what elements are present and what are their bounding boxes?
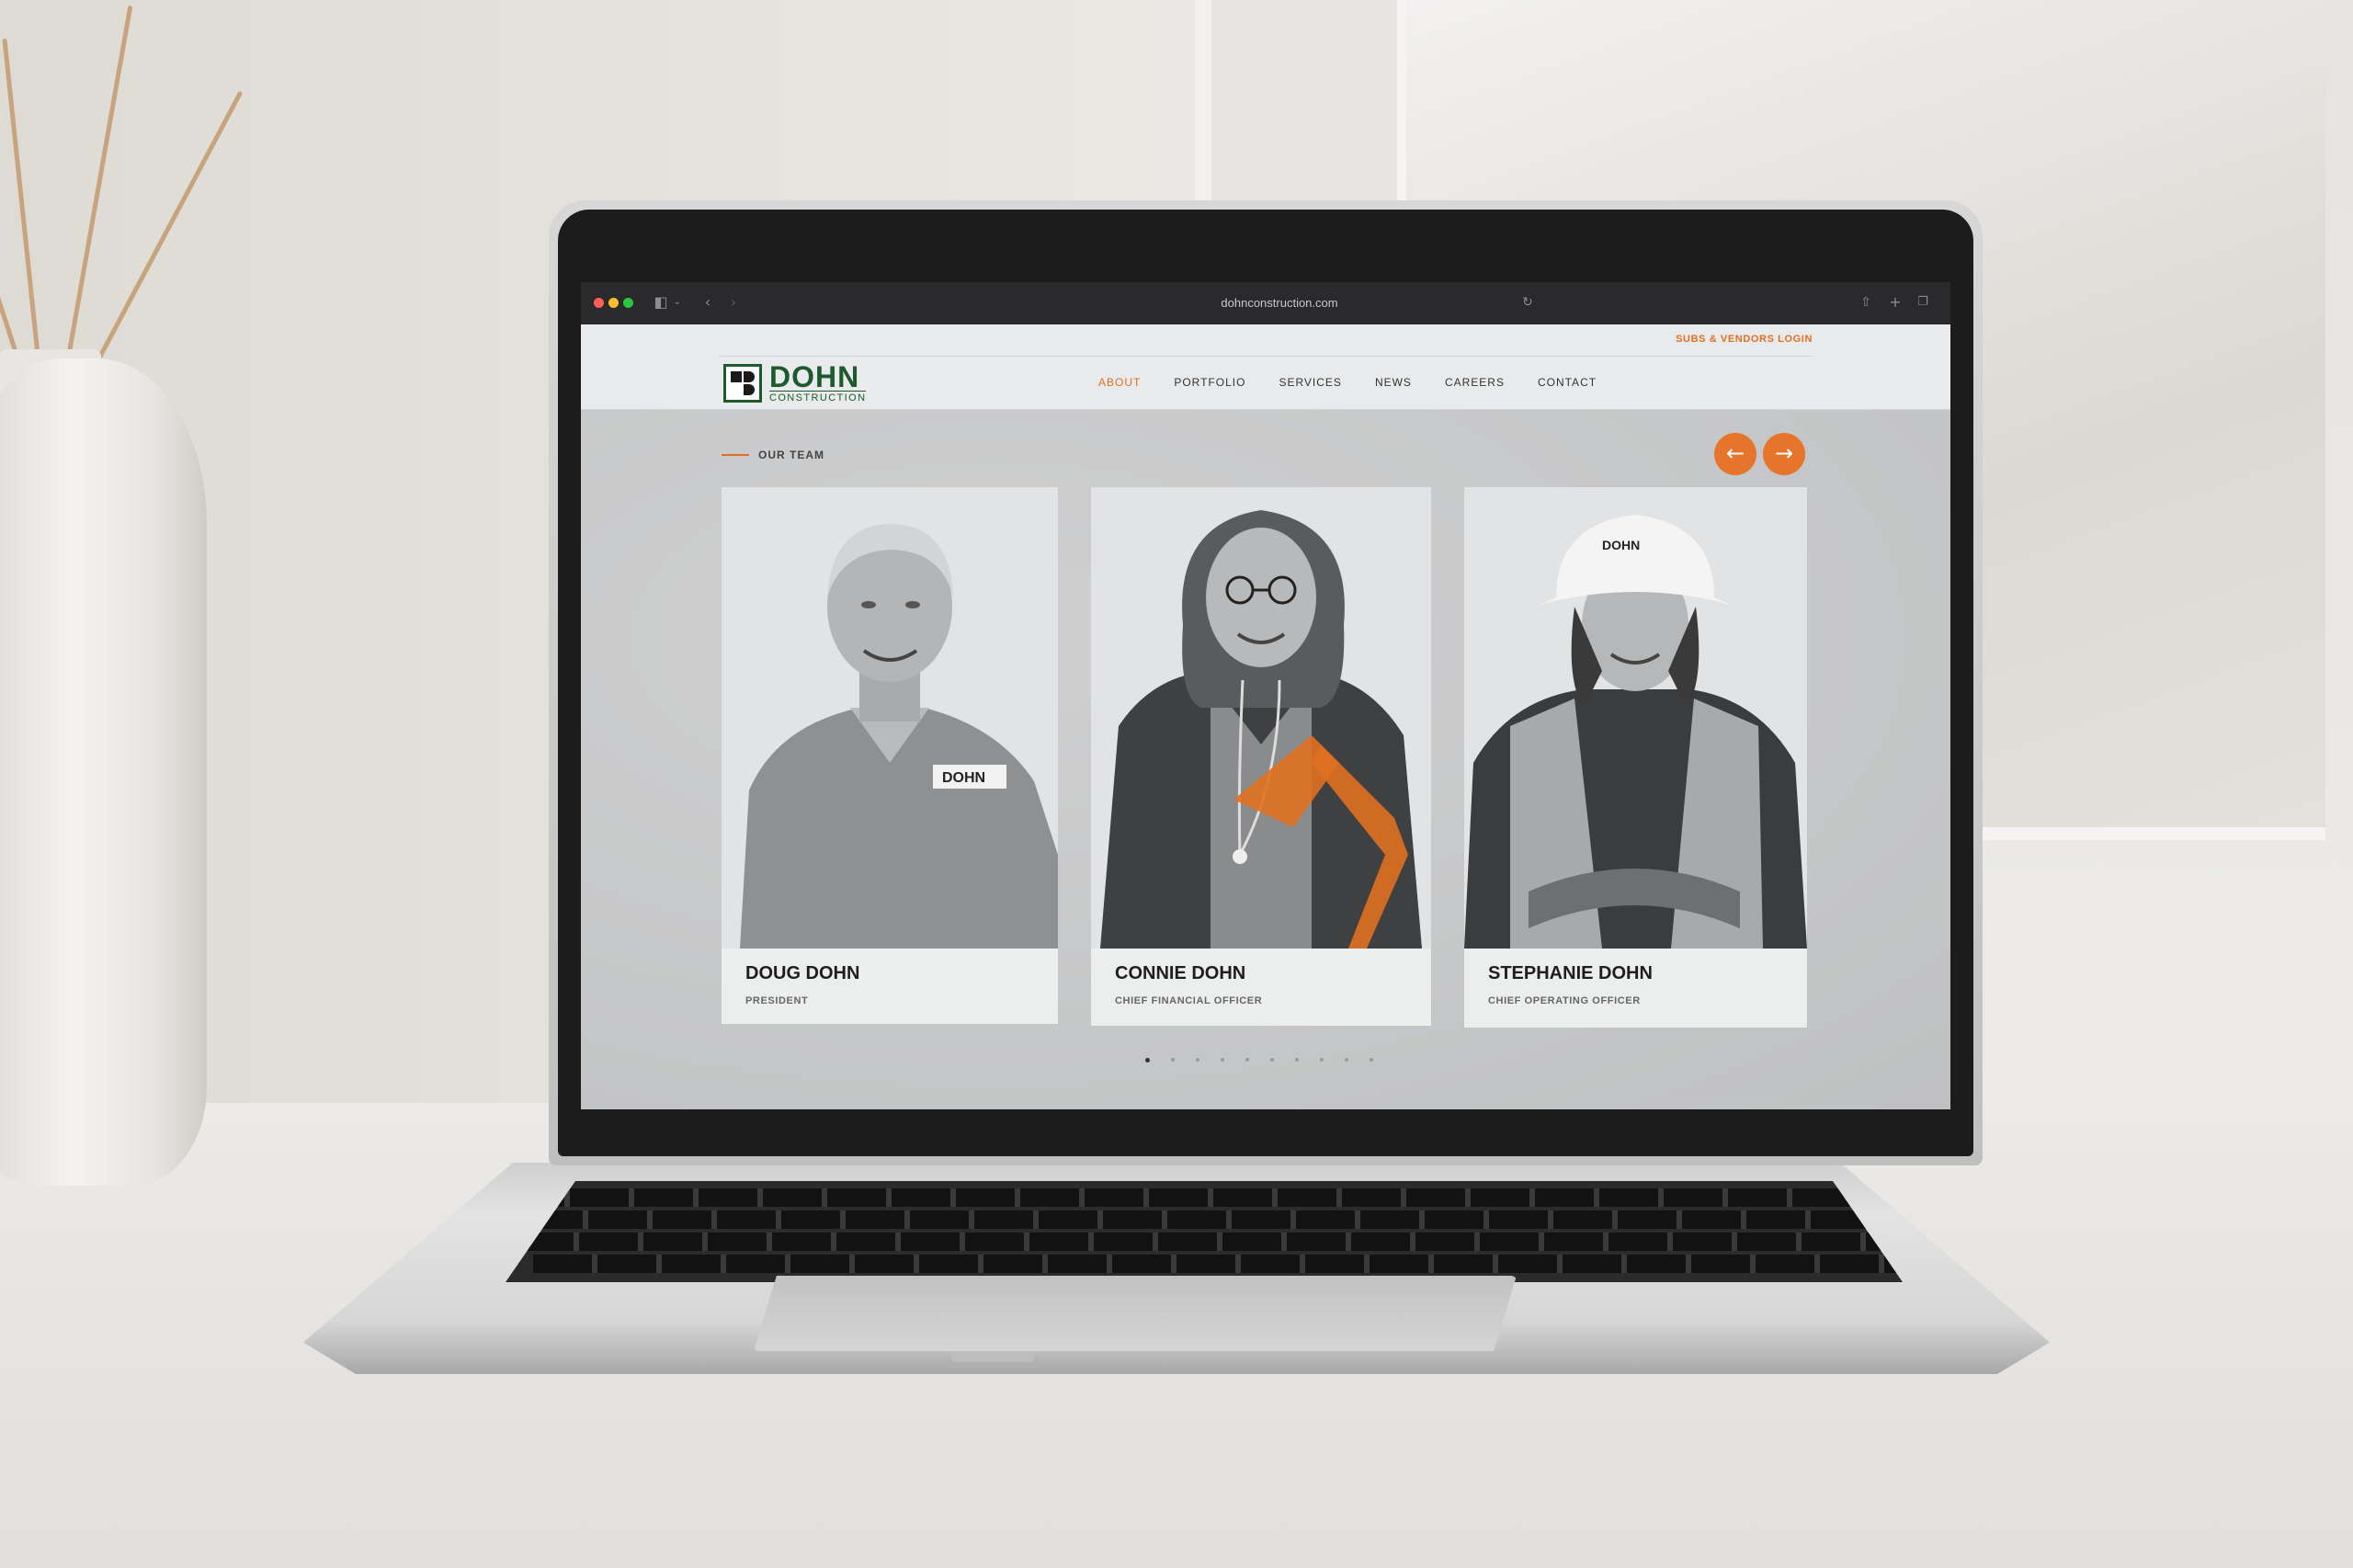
carousel-dot[interactable] xyxy=(1171,1058,1175,1062)
team-member-name: CONNIE DOHN xyxy=(1115,963,1246,983)
minimize-window-button[interactable] xyxy=(608,298,619,308)
carousel-dot[interactable] xyxy=(1245,1058,1249,1062)
section-accent-line xyxy=(722,454,749,456)
white-vase xyxy=(0,358,207,1186)
carousel-pagination xyxy=(1145,1058,1394,1067)
team-member-name: DOUG DOHN xyxy=(745,963,860,983)
laptop-keyboard xyxy=(506,1181,1903,1282)
dohn-logo[interactable]: DOHN CONSTRUCTION xyxy=(723,360,867,405)
carousel-dot[interactable] xyxy=(1145,1058,1150,1062)
carousel-dot[interactable] xyxy=(1370,1058,1373,1062)
zoom-window-button[interactable] xyxy=(623,298,633,308)
laptop-trackpad xyxy=(754,1276,1517,1351)
nav-item-news[interactable]: NEWS xyxy=(1375,373,1412,392)
carousel-dot[interactable] xyxy=(1221,1058,1224,1062)
browser-window: ◧ ⌄ ‹ › ▤ dohnconstruction.com ↻ ⇧ + ❐ S… xyxy=(581,282,1950,1109)
tabs-overview-icon[interactable]: ❐ xyxy=(1914,292,1932,312)
section-title: OUR TEAM xyxy=(758,449,824,461)
team-card[interactable]: CONNIE DOHN CHIEF FINANCIAL OFFICER xyxy=(1091,487,1431,1026)
carousel-dot[interactable] xyxy=(1270,1058,1274,1062)
sidebar-icon[interactable]: ◧ xyxy=(651,292,671,312)
plus-icon[interactable]: + xyxy=(1886,292,1904,312)
logo-mark-icon xyxy=(723,364,762,403)
carousel-next-button[interactable]: → xyxy=(1763,433,1805,475)
nav-item-contact[interactable]: CONTACT xyxy=(1538,373,1597,392)
arrow-left-icon: ← xyxy=(1725,440,1745,466)
team-card[interactable]: DOHN DOUG DOHN PRESIDENT xyxy=(722,487,1058,1024)
carousel-prev-button[interactable]: ← xyxy=(1714,433,1756,475)
carousel-dot[interactable] xyxy=(1345,1058,1348,1062)
carousel-dot[interactable] xyxy=(1295,1058,1299,1062)
address-bar[interactable]: dohnconstruction.com xyxy=(967,290,1592,317)
chevron-left-icon[interactable]: ‹ xyxy=(699,292,717,312)
team-member-title: PRESIDENT xyxy=(745,995,809,1006)
team-member-photo: DOHN xyxy=(1464,487,1807,949)
nav-item-services[interactable]: SERVICES xyxy=(1279,373,1341,392)
reload-icon[interactable]: ↻ xyxy=(1518,292,1537,312)
team-member-photo xyxy=(1091,487,1431,949)
main-nav: ABOUT PORTFOLIO SERVICES NEWS CAREERS CO… xyxy=(1098,373,1630,392)
laptop-notch xyxy=(951,1351,1034,1362)
section-label: OUR TEAM xyxy=(722,446,824,464)
svg-text:DOHN: DOHN xyxy=(942,770,985,786)
team-member-title: CHIEF FINANCIAL OFFICER xyxy=(1115,995,1263,1006)
team-card[interactable]: DOHN STEPHANIE DOHN CHIEF OPERATING OFFI… xyxy=(1464,487,1807,1028)
team-member-title: CHIEF OPERATING OFFICER xyxy=(1488,995,1641,1006)
arrow-right-icon: → xyxy=(1774,440,1794,466)
chevron-down-icon[interactable]: ⌄ xyxy=(671,292,684,312)
browser-toolbar: ◧ ⌄ ‹ › ▤ dohnconstruction.com ↻ ⇧ + ❐ xyxy=(581,282,1950,324)
header-divider xyxy=(719,356,1813,357)
logo-subtitle: CONSTRUCTION xyxy=(769,391,867,403)
nav-item-portfolio[interactable]: PORTFOLIO xyxy=(1174,373,1245,392)
website-content: SUBS & VENDORS LOGIN DOHN CONSTRUCTION A… xyxy=(581,324,1950,1109)
carousel-dot[interactable] xyxy=(1320,1058,1324,1062)
site-header: SUBS & VENDORS LOGIN DOHN CONSTRUCTION A… xyxy=(581,324,1950,410)
chevron-right-icon[interactable]: › xyxy=(724,292,743,312)
subs-vendors-login-link[interactable]: SUBS & VENDORS LOGIN xyxy=(1661,330,1813,348)
carousel-dot[interactable] xyxy=(1196,1058,1199,1062)
team-member-photo: DOHN xyxy=(722,487,1058,949)
logo-name: DOHN xyxy=(769,360,860,393)
svg-text:DOHN: DOHN xyxy=(1602,538,1640,552)
share-icon[interactable]: ⇧ xyxy=(1857,292,1875,312)
nav-item-about[interactable]: ABOUT xyxy=(1098,373,1141,392)
close-window-button[interactable] xyxy=(594,298,604,308)
team-member-name: STEPHANIE DOHN xyxy=(1488,963,1653,983)
nav-item-careers[interactable]: CAREERS xyxy=(1445,373,1505,392)
